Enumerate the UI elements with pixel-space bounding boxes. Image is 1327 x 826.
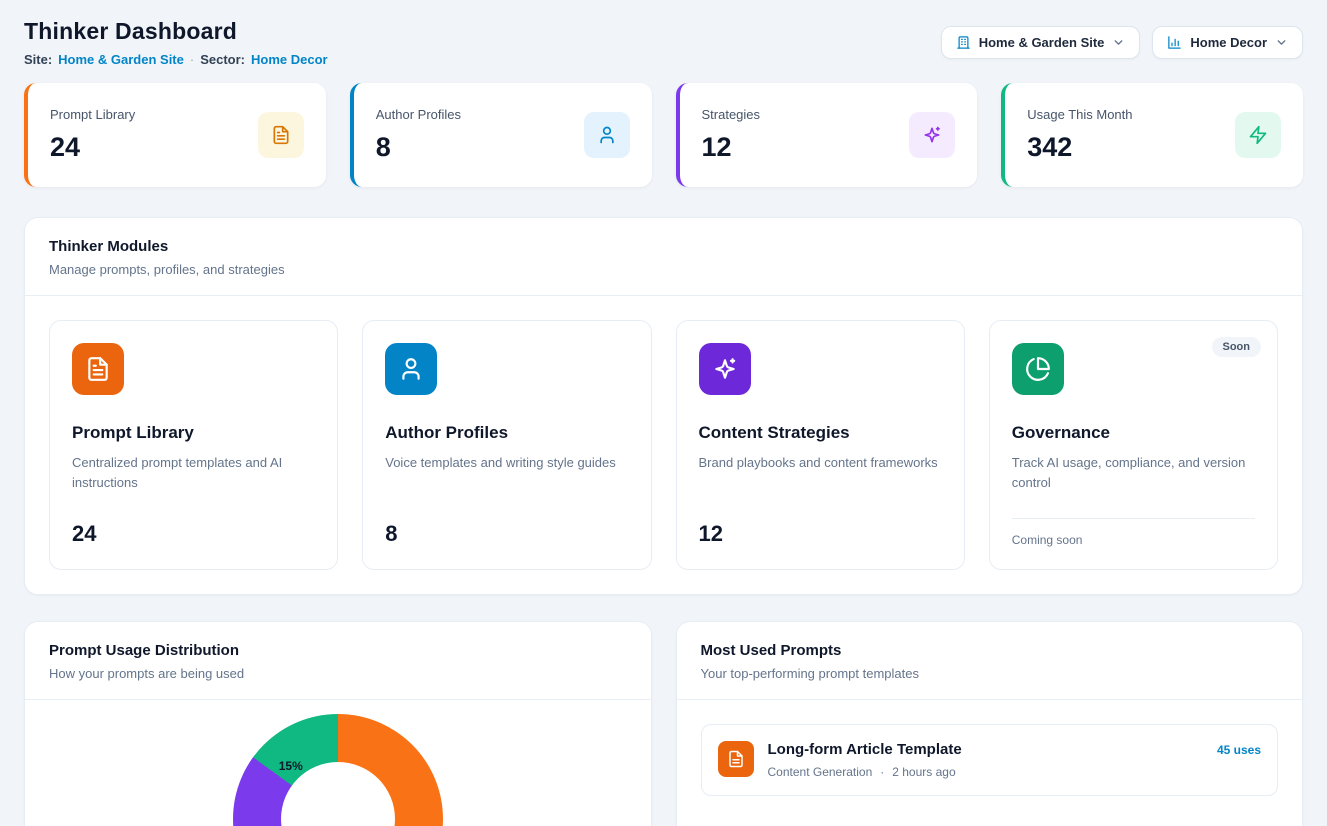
- stat-value: 12: [702, 132, 761, 163]
- module-description: Track AI usage, compliance, and version …: [1012, 453, 1255, 493]
- meta-separator: ·: [880, 765, 884, 779]
- module-title: Governance: [1012, 423, 1255, 443]
- divider: [1012, 518, 1255, 519]
- sector-link[interactable]: Home Decor: [251, 52, 328, 67]
- prompts-panel-header: Most Used Prompts Your top-performing pr…: [677, 622, 1303, 700]
- module-card-prompt-library[interactable]: Prompt Library Centralized prompt templa…: [49, 320, 338, 570]
- user-icon: [385, 343, 437, 395]
- prompts-panel-subtitle: Your top-performing prompt templates: [701, 666, 1279, 681]
- module-title: Author Profiles: [385, 423, 628, 443]
- module-count: 24: [72, 521, 315, 547]
- stat-label: Prompt Library: [50, 107, 135, 122]
- module-count: 12: [699, 521, 942, 547]
- prompts-list: Long-form Article Template Content Gener…: [677, 700, 1303, 820]
- module-description: Brand playbooks and content frameworks: [699, 453, 942, 473]
- sector-dropdown-label: Home Decor: [1190, 35, 1267, 50]
- page-title: Thinker Dashboard: [24, 18, 328, 45]
- coming-soon-text: Coming soon: [1012, 533, 1255, 547]
- stats-row: Prompt Library 24 Author Profiles 8 Stra…: [24, 83, 1303, 187]
- dashboard-page: Thinker Dashboard Site: Home & Garden Si…: [0, 0, 1327, 826]
- bar-chart-icon: [1167, 35, 1182, 50]
- bottom-row: Prompt Usage Distribution How your promp…: [24, 621, 1303, 826]
- usage-panel-subtitle: How your prompts are being used: [49, 666, 627, 681]
- module-title: Prompt Library: [72, 423, 315, 443]
- modules-panel-subtitle: Manage prompts, profiles, and strategies: [49, 262, 1278, 277]
- stat-label: Author Profiles: [376, 107, 461, 122]
- modules-grid: Prompt Library Centralized prompt templa…: [25, 296, 1302, 594]
- prompt-time: 2 hours ago: [892, 765, 955, 779]
- list-item[interactable]: Long-form Article Template Content Gener…: [701, 724, 1279, 796]
- donut-chart[interactable]: 15%: [233, 714, 443, 826]
- usage-panel-header: Prompt Usage Distribution How your promp…: [25, 622, 651, 700]
- module-footer: Coming soon: [1012, 518, 1255, 547]
- sector-label: Sector:: [200, 52, 245, 67]
- stat-label: Usage This Month: [1027, 107, 1132, 122]
- module-card-governance[interactable]: Soon Governance Track AI usage, complian…: [989, 320, 1278, 570]
- pie-chart-icon: [1012, 343, 1064, 395]
- chevron-down-icon: [1275, 36, 1288, 49]
- header-controls: Home & Garden Site Home Decor: [941, 26, 1303, 59]
- sector-dropdown[interactable]: Home Decor: [1152, 26, 1303, 59]
- prompt-usage-panel: Prompt Usage Distribution How your promp…: [24, 621, 652, 826]
- breadcrumb: Site: Home & Garden Site · Sector: Home …: [24, 52, 328, 67]
- site-dropdown-label: Home & Garden Site: [979, 35, 1105, 50]
- module-card-content-strategies[interactable]: Content Strategies Brand playbooks and c…: [676, 320, 965, 570]
- header: Thinker Dashboard Site: Home & Garden Si…: [24, 18, 1303, 67]
- donut-slice-label: 15%: [279, 759, 303, 773]
- chart-area: 15%: [25, 700, 651, 826]
- stat-card-usage: Usage This Month 342: [1001, 83, 1303, 187]
- module-card-author-profiles[interactable]: Author Profiles Voice templates and writ…: [362, 320, 651, 570]
- document-icon: [718, 741, 754, 777]
- module-description: Centralized prompt templates and AI inst…: [72, 453, 315, 493]
- header-left: Thinker Dashboard Site: Home & Garden Si…: [24, 18, 328, 67]
- module-description: Voice templates and writing style guides: [385, 453, 628, 473]
- chevron-down-icon: [1112, 36, 1125, 49]
- document-icon: [258, 112, 304, 158]
- soon-badge: Soon: [1212, 337, 1262, 357]
- prompt-category: Content Generation: [768, 765, 873, 779]
- building-icon: [956, 35, 971, 50]
- prompt-title: Long-form Article Template: [768, 741, 1203, 758]
- module-title: Content Strategies: [699, 423, 942, 443]
- prompt-meta: Content Generation · 2 hours ago: [768, 765, 1203, 779]
- stat-card-prompt-library: Prompt Library 24: [24, 83, 326, 187]
- stat-label: Strategies: [702, 107, 761, 122]
- document-icon: [72, 343, 124, 395]
- stat-value: 8: [376, 132, 461, 163]
- breadcrumb-separator: ·: [190, 52, 194, 67]
- modules-panel-title: Thinker Modules: [49, 238, 1278, 255]
- module-count: 8: [385, 521, 628, 547]
- user-icon: [584, 112, 630, 158]
- stat-value: 24: [50, 132, 135, 163]
- site-dropdown[interactable]: Home & Garden Site: [941, 26, 1141, 59]
- sparkle-star-icon: [909, 112, 955, 158]
- stat-card-strategies: Strategies 12: [676, 83, 978, 187]
- site-link[interactable]: Home & Garden Site: [58, 52, 184, 67]
- prompts-panel-title: Most Used Prompts: [701, 642, 1279, 659]
- site-label: Site:: [24, 52, 52, 67]
- most-used-prompts-panel: Most Used Prompts Your top-performing pr…: [676, 621, 1304, 826]
- thinker-modules-panel: Thinker Modules Manage prompts, profiles…: [24, 217, 1303, 595]
- usage-panel-title: Prompt Usage Distribution: [49, 642, 627, 659]
- sparkle-star-icon: [699, 343, 751, 395]
- stat-value: 342: [1027, 132, 1132, 163]
- stat-card-author-profiles: Author Profiles 8: [350, 83, 652, 187]
- uses-badge: 45 uses: [1217, 743, 1261, 757]
- lightning-icon: [1235, 112, 1281, 158]
- modules-panel-header: Thinker Modules Manage prompts, profiles…: [25, 218, 1302, 296]
